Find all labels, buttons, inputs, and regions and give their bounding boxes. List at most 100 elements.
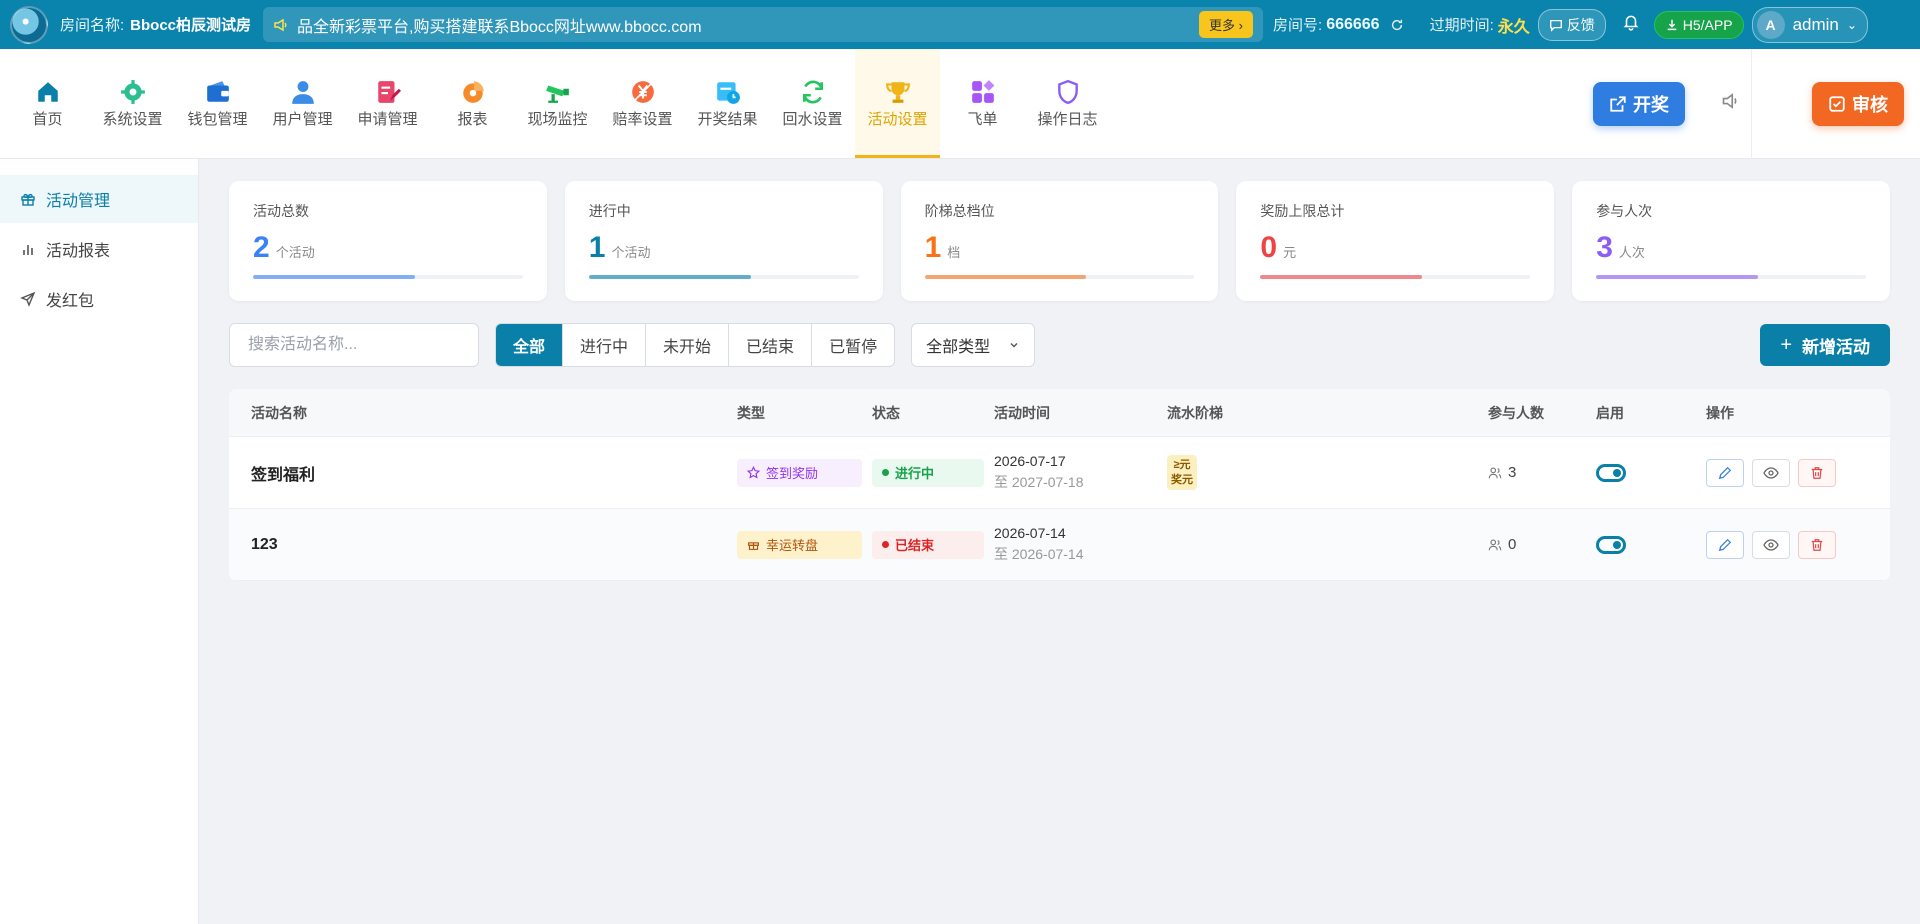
participant-value: 0: [1508, 536, 1517, 553]
wallet-icon: [205, 79, 231, 105]
gift-icon: [748, 542, 759, 550]
chevron-down-icon: ⌄: [1846, 17, 1857, 32]
nav-odds[interactable]: 赔率设置: [600, 49, 685, 158]
sidebar-item-label: 发红包: [46, 293, 95, 310]
nav-reports[interactable]: 报表: [430, 49, 515, 158]
audit-button[interactable]: 审核: [1812, 81, 1904, 126]
end-date: 至 2026-07-14: [994, 546, 1084, 562]
room-name-label: 房间名称:: [60, 17, 125, 34]
ladder-line-2: 奖元: [1171, 473, 1193, 486]
type-tag: 签到奖励: [737, 458, 862, 487]
edit-button[interactable]: [1706, 530, 1744, 559]
nav-users[interactable]: 用户管理: [260, 49, 345, 158]
stat-card-tiers: 阶梯总档位 1档: [900, 181, 1219, 301]
nav-system-settings[interactable]: 系统设置: [90, 49, 175, 158]
participant-value: 3: [1508, 464, 1517, 481]
nav-label: 现场监控: [527, 110, 588, 128]
view-button[interactable]: [1752, 530, 1790, 559]
stat-progress: [253, 275, 523, 279]
end-date: 至 2027-07-18: [994, 474, 1084, 490]
nav-operation-logs[interactable]: 操作日志: [1025, 49, 1110, 158]
users-icon: [1488, 539, 1502, 550]
add-activity-button[interactable]: + 新增活动: [1760, 324, 1890, 366]
enable-toggle[interactable]: [1596, 535, 1626, 554]
nav-label: 开奖结果: [697, 110, 758, 128]
delete-button[interactable]: [1798, 530, 1836, 559]
draw-label: 开奖: [1633, 94, 1669, 115]
type-tag: 幸运转盘: [737, 530, 862, 559]
more-button[interactable]: 更多 ›: [1199, 11, 1254, 38]
draw-button[interactable]: 开奖: [1593, 81, 1685, 126]
nav-draw-results[interactable]: 开奖结果: [685, 49, 770, 158]
nav-applications[interactable]: 申请管理: [345, 49, 430, 158]
nav-activity-settings[interactable]: 活动设置: [855, 49, 940, 158]
h5-app-button[interactable]: H5/APP: [1653, 10, 1744, 39]
audit-label: 审核: [1852, 94, 1888, 115]
col-header-name: 活动名称: [251, 404, 307, 421]
status-dot: [882, 541, 889, 548]
table-row: 签到福利 签到奖励 进行中 2026-07-17 至 2027-07-18 ≥元奖…: [229, 437, 1890, 509]
enable-toggle[interactable]: [1596, 463, 1626, 482]
stat-title: 奖励上限总计: [1260, 203, 1345, 219]
main-content: 活动总数 2 个活动 进行中 1 个活动 阶梯总档位 1档 奖励上限总计 0元 参与…: [199, 159, 1920, 924]
nav-label: 钱包管理: [187, 110, 248, 128]
delete-button[interactable]: [1798, 458, 1836, 487]
view-button[interactable]: [1752, 458, 1790, 487]
stat-title: 进行中: [588, 203, 631, 219]
sidebar-item-activity-management[interactable]: 活动管理: [0, 175, 198, 223]
col-header-status: 状态: [872, 404, 900, 421]
stat-unit: 元: [1283, 245, 1297, 260]
refresh-icon[interactable]: [1390, 18, 1404, 32]
speaker-icon[interactable]: [1721, 91, 1741, 116]
user-name: admin: [1792, 14, 1839, 34]
notice-bar[interactable]: 品全新彩票平台,购买搭建联系Bbocc网址www.bbocc.com 更多 ›: [263, 7, 1264, 42]
type-label: 签到奖励: [766, 466, 819, 481]
users-icon: [1488, 467, 1502, 478]
col-header-participants: 参与人数: [1488, 404, 1544, 421]
nav-monitoring[interactable]: 现场监控: [515, 49, 600, 158]
stat-progress: [1596, 275, 1866, 279]
sidebar-item-red-packet[interactable]: 发红包: [0, 275, 198, 323]
more-label: 更多: [1209, 18, 1236, 33]
filter-tab-all[interactable]: 全部: [496, 324, 564, 366]
table-row: 123 幸运转盘 已结束 2026-07-14 至 2026-07-14 0: [229, 509, 1890, 581]
stat-value: 1: [588, 231, 606, 264]
nav-label: 飞单: [967, 110, 998, 128]
type-label: 幸运转盘: [766, 538, 819, 553]
bar-chart-icon: [23, 245, 33, 255]
feedback-button[interactable]: 反馈: [1537, 8, 1606, 41]
trash-icon: [1811, 466, 1823, 479]
type-select[interactable]: 全部类型: [911, 323, 1036, 367]
main-nav: 首页 系统设置 钱包管理 用户管理 申请管理 报表 现场监控 赔率设置 开奖结果…: [0, 48, 1920, 159]
nav-fly-orders[interactable]: 飞单: [940, 49, 1025, 158]
avatar: A: [1756, 10, 1785, 39]
filter-tab-paused[interactable]: 已暂停: [812, 324, 894, 366]
filter-tab-not-started[interactable]: 未开始: [646, 324, 730, 366]
shield-icon: [1055, 79, 1081, 105]
nav-wallet[interactable]: 钱包管理: [175, 49, 260, 158]
eye-icon: [1763, 466, 1779, 479]
nav-label: 活动设置: [867, 110, 928, 128]
search-input[interactable]: [229, 323, 479, 367]
table-header: 活动名称 类型 状态 活动时间 流水阶梯 参与人数 启用 操作: [229, 389, 1890, 437]
stat-value: 3: [1596, 231, 1613, 264]
status-label: 已结束: [895, 538, 935, 553]
star-icon: [747, 466, 760, 479]
edit-doc-icon: [375, 79, 401, 105]
stat-card-total: 活动总数 2 个活动: [229, 181, 547, 301]
nav-rebate[interactable]: 回水设置: [770, 49, 855, 158]
feedback-label: 反馈: [1566, 16, 1595, 33]
user-menu[interactable]: A admin ⌄: [1751, 6, 1868, 43]
nav-home[interactable]: 首页: [5, 49, 90, 158]
sidebar-item-activity-report[interactable]: 活动报表: [0, 225, 198, 273]
filter-tab-ended[interactable]: 已结束: [729, 324, 813, 366]
bell-icon[interactable]: [1622, 13, 1640, 36]
nav-label: 赔率设置: [612, 110, 673, 128]
room-number: 房间号: 666666: [1273, 14, 1404, 35]
edit-button[interactable]: [1706, 458, 1744, 487]
col-header-actions: 操作: [1706, 404, 1734, 421]
filter-tab-ongoing[interactable]: 进行中: [563, 324, 647, 366]
chevron-right-icon: ›: [1238, 18, 1244, 33]
top-bar: 房间名称: Bbocc柏辰测试房 品全新彩票平台,购买搭建联系Bbocc网址ww…: [0, 0, 1920, 49]
yuan-icon: [630, 79, 656, 105]
